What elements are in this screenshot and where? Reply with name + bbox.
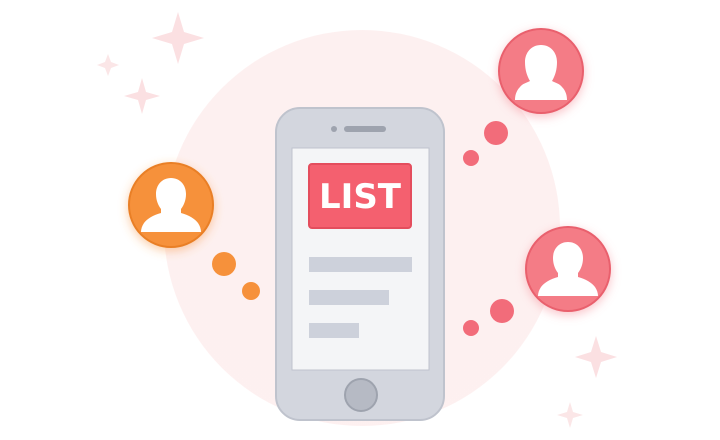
content-bar (309, 257, 412, 272)
sparkle-icon (152, 12, 204, 64)
connector-dot (484, 121, 508, 145)
content-bar (309, 323, 359, 338)
list-badge-label: LIST (319, 177, 402, 217)
connector-dot (490, 299, 514, 323)
phone-camera (331, 126, 337, 132)
connector-dot (242, 282, 260, 300)
sparkle-icon (557, 402, 583, 428)
sparkle-icon (575, 336, 617, 378)
sparkle-icon (124, 78, 160, 114)
connector-dot (212, 252, 236, 276)
content-bar (309, 290, 389, 305)
connector-dot (463, 320, 479, 336)
illustration-canvas: LIST (97, 12, 617, 428)
home-button-icon (344, 378, 378, 412)
connector-dot (463, 150, 479, 166)
smartphone: LIST (275, 107, 445, 421)
sparkle-icon (97, 54, 119, 76)
phone-speaker (344, 126, 386, 132)
